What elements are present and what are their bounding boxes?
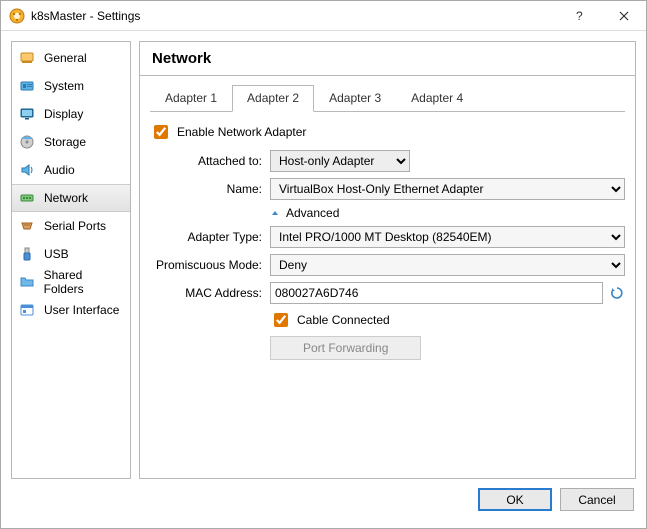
window-title: k8sMaster - Settings: [31, 9, 556, 23]
tab-adapter-1[interactable]: Adapter 1: [150, 85, 232, 112]
cable-connected-label: Cable Connected: [297, 313, 390, 327]
enable-adapter-label: Enable Network Adapter: [177, 125, 306, 139]
ok-button[interactable]: OK: [478, 488, 552, 511]
sidebar-label: User Interface: [44, 303, 119, 317]
attached-to-label: Attached to:: [150, 154, 270, 168]
chevron-down-icon: [270, 208, 280, 218]
mac-input[interactable]: [270, 282, 603, 304]
sidebar-item-shared-folders[interactable]: Shared Folders: [12, 268, 130, 296]
adapter-type-label: Adapter Type:: [150, 230, 270, 244]
folder-icon: [18, 273, 36, 291]
sidebar-item-serial-ports[interactable]: Serial Ports: [12, 212, 130, 240]
sidebar-item-network[interactable]: Network: [12, 184, 130, 212]
sidebar-item-usb[interactable]: USB: [12, 240, 130, 268]
dialog-footer: OK Cancel: [1, 489, 646, 520]
svg-text:?: ?: [576, 11, 583, 21]
close-button[interactable]: [601, 1, 646, 30]
tab-adapter-2[interactable]: Adapter 2: [232, 85, 314, 112]
general-icon: [18, 49, 36, 67]
storage-icon: [18, 133, 36, 151]
advanced-toggle[interactable]: Advanced: [270, 206, 625, 220]
sidebar-label: Audio: [44, 163, 75, 177]
sidebar-label: System: [44, 79, 84, 93]
sidebar-item-audio[interactable]: Audio: [12, 156, 130, 184]
sidebar-label: Storage: [44, 135, 86, 149]
port-forwarding-button: Port Forwarding: [270, 336, 421, 360]
sidebar-label: Display: [44, 107, 83, 121]
sidebar-item-general[interactable]: General: [12, 44, 130, 72]
enable-adapter-checkbox[interactable]: [154, 125, 168, 139]
serial-icon: [18, 217, 36, 235]
sidebar-label: USB: [44, 247, 69, 261]
tab-adapter-3[interactable]: Adapter 3: [314, 85, 396, 112]
cable-connected-checkbox[interactable]: [274, 313, 288, 327]
help-button[interactable]: ?: [556, 1, 601, 30]
network-icon: [18, 189, 36, 207]
panel-heading: Network: [139, 41, 636, 75]
system-icon: [18, 77, 36, 95]
ui-icon: [18, 301, 36, 319]
sidebar-item-storage[interactable]: Storage: [12, 128, 130, 156]
sidebar-label: Network: [44, 191, 88, 205]
settings-sidebar: General System Display Storage Audio Net…: [11, 41, 131, 479]
sidebar-label: Shared Folders: [44, 268, 124, 296]
tab-adapter-4[interactable]: Adapter 4: [396, 85, 478, 112]
refresh-mac-button[interactable]: [609, 285, 625, 301]
audio-icon: [18, 161, 36, 179]
sidebar-item-system[interactable]: System: [12, 72, 130, 100]
name-select[interactable]: VirtualBox Host-Only Ethernet Adapter: [270, 178, 625, 200]
sidebar-item-display[interactable]: Display: [12, 100, 130, 128]
sidebar-item-user-interface[interactable]: User Interface: [12, 296, 130, 324]
main-panel: Network Adapter 1 Adapter 2 Adapter 3 Ad…: [139, 41, 636, 479]
name-label: Name:: [150, 182, 270, 196]
app-icon: [9, 8, 25, 24]
sidebar-label: Serial Ports: [44, 219, 106, 233]
cancel-button[interactable]: Cancel: [560, 488, 634, 511]
adapter-type-select[interactable]: Intel PRO/1000 MT Desktop (82540EM): [270, 226, 625, 248]
usb-icon: [18, 245, 36, 263]
attached-to-select[interactable]: Host-only Adapter: [270, 150, 410, 172]
adapter-tabs: Adapter 1 Adapter 2 Adapter 3 Adapter 4: [150, 84, 625, 112]
sidebar-label: General: [44, 51, 87, 65]
promiscuous-label: Promiscuous Mode:: [150, 258, 270, 272]
display-icon: [18, 105, 36, 123]
mac-label: MAC Address:: [150, 286, 270, 300]
promiscuous-select[interactable]: Deny: [270, 254, 625, 276]
titlebar: k8sMaster - Settings ?: [1, 1, 646, 31]
advanced-label: Advanced: [286, 206, 339, 220]
